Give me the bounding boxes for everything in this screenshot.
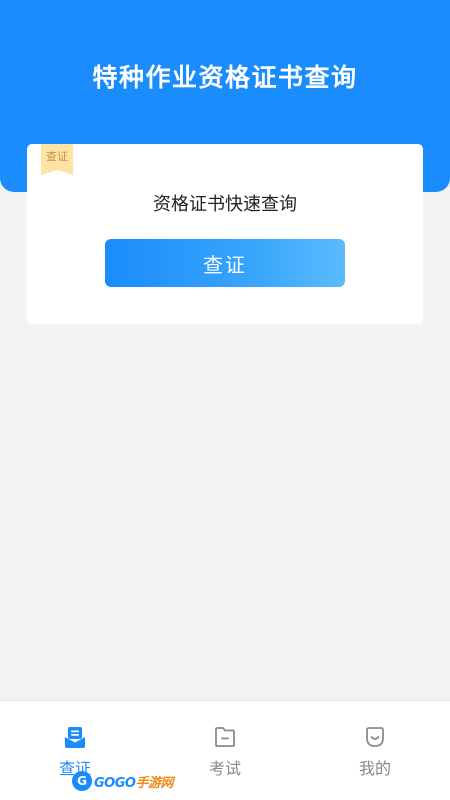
tab-label: 我的 (358, 759, 391, 778)
tab-mine[interactable]: 我的 (300, 701, 450, 800)
watermark-accent: 手游网 (135, 775, 173, 791)
query-card: 查证 资格证书快速查询 查证 (27, 144, 423, 324)
query-button[interactable]: 查证 (105, 239, 345, 287)
smile-icon (366, 727, 384, 747)
watermark-main: GOGO (94, 775, 136, 791)
bottom-tabbar: 查证 考试 我的 (0, 700, 450, 800)
watermark-text: GOGO手游网 (94, 772, 173, 791)
folder-icon (215, 727, 235, 747)
watermark-circle: G (72, 771, 92, 791)
page-title: 特种作业资格证书查询 (92, 63, 358, 92)
ribbon-badge: 查证 (41, 144, 73, 175)
watermark-logo: G GOGO手游网 (72, 770, 173, 792)
inbox-icon (65, 727, 85, 748)
card-subtitle: 资格证书快速查询 (153, 194, 297, 215)
